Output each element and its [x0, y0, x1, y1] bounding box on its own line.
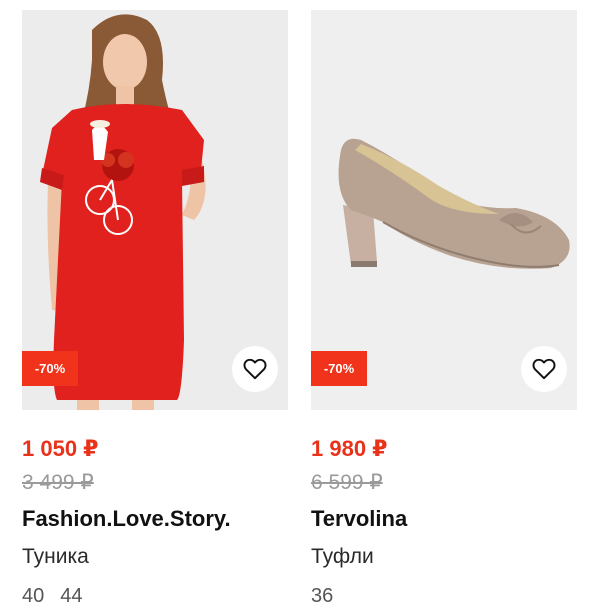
size-option: 40: [22, 585, 45, 607]
product-sizes: 36: [311, 583, 577, 607]
product-brand[interactable]: Tervolina: [311, 505, 577, 533]
product-old-price: 3 499 ₽: [22, 471, 94, 494]
discount-badge: -70%: [22, 351, 78, 386]
favorite-button[interactable]: [232, 346, 278, 392]
product-price: 1 980 ₽: [311, 436, 388, 461]
product-image[interactable]: -70%: [22, 10, 288, 410]
product-old-price: 6 599 ₽: [311, 471, 383, 494]
favorite-button[interactable]: [521, 346, 567, 392]
product-sizes: 40 44: [22, 583, 288, 607]
product-type: Туника: [22, 545, 89, 568]
size-option: 44: [60, 585, 83, 607]
product-type: Туфли: [311, 545, 374, 568]
product-card[interactable]: -70% 1 050 ₽ 3 499 ₽ Fashion.Love.Story.…: [22, 10, 288, 607]
size-option: 36: [311, 585, 334, 607]
discount-badge: -70%: [311, 351, 367, 386]
product-brand[interactable]: Fashion.Love.Story.: [22, 505, 288, 533]
heart-icon: [532, 358, 556, 380]
product-card[interactable]: -70% 1 980 ₽ 6 599 ₽ Tervolina Туфли 36: [311, 10, 577, 607]
product-image[interactable]: -70%: [311, 10, 577, 410]
heart-icon: [243, 358, 267, 380]
product-price: 1 050 ₽: [22, 436, 99, 461]
